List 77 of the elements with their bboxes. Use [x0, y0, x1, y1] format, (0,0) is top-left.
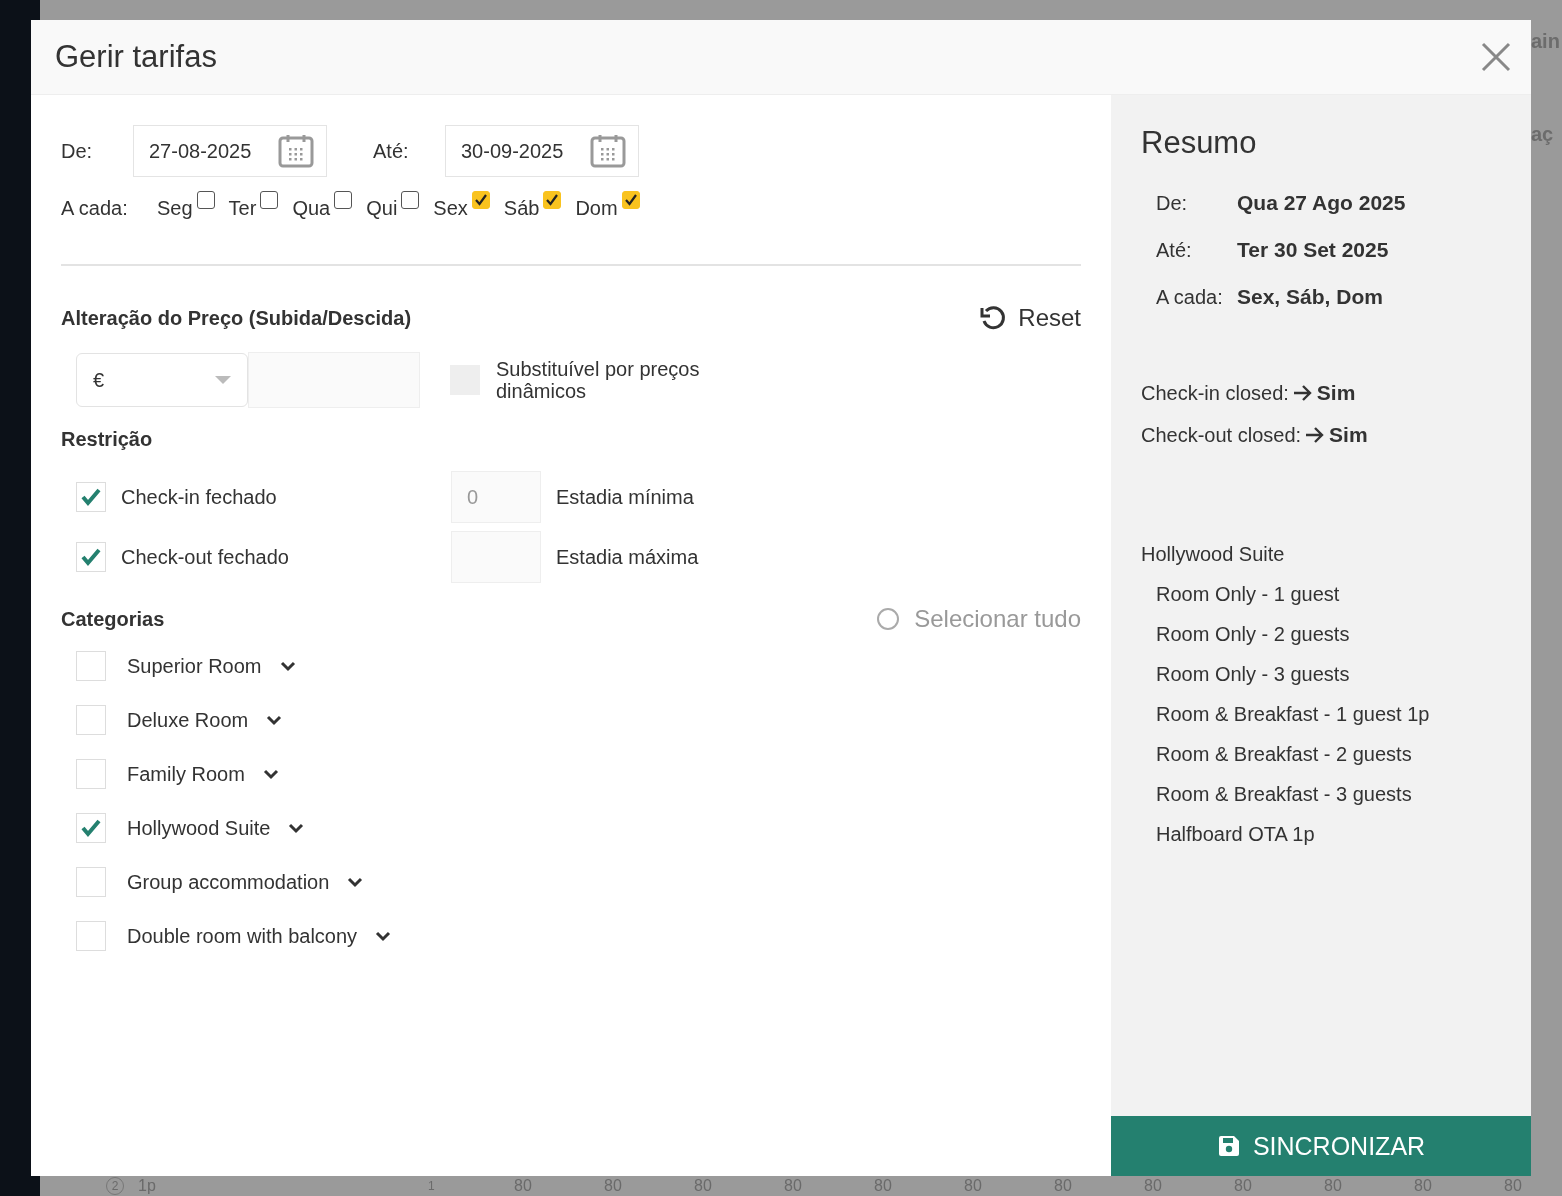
category-label: Deluxe Room — [127, 708, 249, 732]
save-icon — [1216, 1134, 1241, 1158]
category-label: Double room with balcony — [127, 924, 358, 948]
checkbox-label: Check-in fechado — [121, 485, 277, 509]
day-label: Dom — [575, 197, 618, 220]
checkbox[interactable] — [76, 813, 106, 843]
day-label: Ter — [228, 197, 257, 220]
rate-item: Room Only - 3 guests — [1155, 663, 1351, 686]
category-label: Group accommodation — [127, 870, 330, 894]
chevron-down-icon[interactable] — [375, 930, 392, 942]
checkbox[interactable] — [76, 921, 106, 951]
day-checkbox[interactable] — [196, 191, 215, 209]
stay-field[interactable]: 0 — [451, 471, 541, 523]
chevron-down-icon[interactable] — [262, 768, 279, 780]
checkbox-label: Substituível por preços dinâmicos — [496, 358, 701, 402]
day-label: Qui — [366, 197, 398, 220]
day-checkbox[interactable] — [401, 191, 420, 209]
summary-value: Qua 27 Ago 2025 — [1237, 191, 1406, 215]
day-label: Sáb — [503, 197, 540, 220]
calendar-icon — [278, 133, 314, 169]
section-heading: Categorias — [61, 607, 165, 631]
currency-select[interactable]: € — [76, 353, 248, 407]
day-label: Seg — [157, 197, 193, 220]
checkbox[interactable] — [76, 651, 106, 681]
rate-item: Room Only - 1 guest — [1155, 583, 1341, 606]
summary-label: De: — [1156, 192, 1189, 215]
section-heading: Restrição — [61, 428, 154, 451]
chevron-down-icon[interactable] — [279, 660, 296, 672]
summary-label: A cada: — [1156, 286, 1224, 309]
summary-label: Check-in closed: — [1141, 381, 1289, 405]
rate-item: Room & Breakfast - 3 guests — [1155, 783, 1413, 806]
summary-value: Sim — [1329, 423, 1368, 447]
summary-value: Sex, Sáb, Dom — [1237, 285, 1383, 309]
checkbox[interactable] — [76, 759, 106, 789]
summary-label: Até: — [1156, 239, 1193, 262]
date-field[interactable]: 27-08-2025 — [133, 125, 327, 177]
rate-item: Room & Breakfast - 1 guest 1p — [1155, 703, 1431, 726]
chevron-down-icon[interactable] — [266, 714, 283, 726]
day-label: Qua — [292, 197, 331, 220]
day-label: Sex — [433, 197, 468, 220]
summary-value: Ter 30 Set 2025 — [1237, 238, 1389, 262]
category-label: Hollywood Suite — [127, 816, 271, 840]
rate-item: Room Only - 2 guests — [1155, 623, 1351, 646]
sync-button[interactable]: SINCRONIZAR — [1111, 1116, 1531, 1176]
summary-label: Check-out closed: — [1141, 423, 1302, 447]
calendar-icon — [590, 133, 626, 169]
field-label: Estadia mínima — [556, 485, 694, 509]
summary-value: Sim — [1316, 381, 1356, 405]
category-label: Family Room — [127, 762, 245, 786]
category-label: Superior Room — [127, 654, 262, 678]
date-field[interactable]: 30-09-2025 — [445, 125, 639, 177]
rate-item: Room & Breakfast - 2 guests — [1155, 743, 1413, 766]
section-heading: Alteração do Preço (Subida/Descida) — [61, 306, 412, 330]
rate-item: Halfboard OTA 1p — [1155, 823, 1316, 846]
day-checkbox[interactable] — [260, 191, 279, 209]
chevron-down-icon[interactable] — [288, 822, 305, 834]
field-label: De: — [61, 139, 94, 163]
reset-icon — [980, 305, 1007, 331]
checkbox-label: Check-out fechado — [121, 545, 289, 569]
summary-title: Resumo — [1141, 125, 1258, 161]
caret-icon — [215, 376, 231, 384]
arrow-right-icon — [1305, 426, 1326, 444]
checkbox[interactable] — [76, 542, 106, 572]
chevron-down-icon[interactable] — [347, 876, 364, 888]
price-field[interactable] — [248, 352, 420, 408]
field-label: Estadia máxima — [556, 545, 699, 569]
checkbox[interactable] — [76, 867, 106, 897]
field-label: Até: — [373, 139, 410, 163]
arrow-right-icon — [1292, 384, 1313, 402]
field-label: A cada: — [61, 197, 129, 220]
summary-category: Hollywood Suite — [1141, 543, 1286, 566]
checkbox[interactable] — [76, 705, 106, 735]
dialog-title: Gerir tarifas — [55, 39, 217, 75]
close-icon[interactable] — [1481, 42, 1511, 72]
checkbox[interactable] — [76, 482, 106, 512]
day-checkbox[interactable] — [334, 191, 353, 209]
reset-button[interactable]: Reset — [980, 304, 1081, 332]
